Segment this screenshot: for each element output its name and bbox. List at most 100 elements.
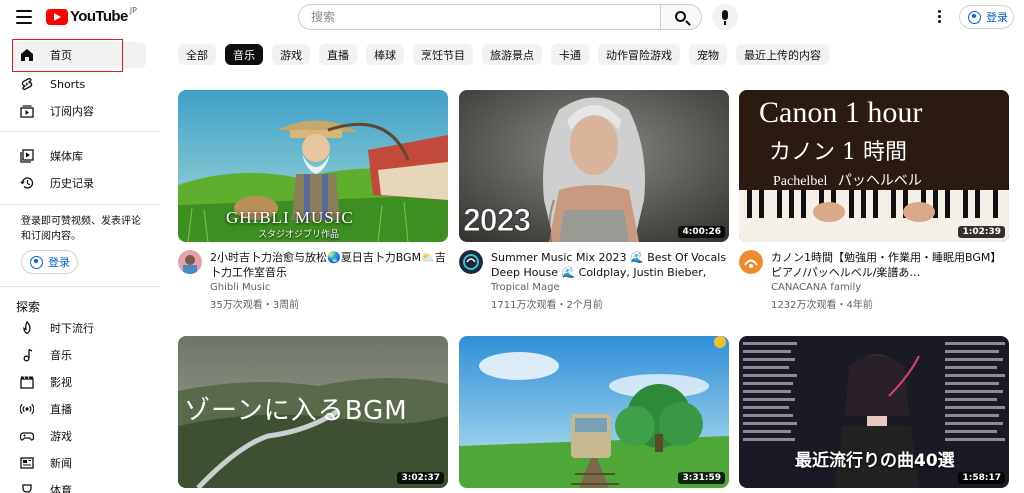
sidebar-item-label: 新闻: [50, 457, 72, 470]
video-thumbnail[interactable]: ゾーンに入るBGM 3:02:37: [178, 336, 448, 488]
video-card: 2023 4:00:26 Summer Music Mix 2023 🌊 Bes…: [459, 90, 729, 311]
video-stats: 1232万次观看・4年前: [771, 300, 873, 311]
sidebar-item-music[interactable]: 音乐: [12, 342, 146, 368]
signin-button[interactable]: 登录: [959, 5, 1014, 29]
sidebar-item-label: 历史记录: [50, 177, 94, 190]
channel-avatar[interactable]: [739, 250, 763, 274]
search-button[interactable]: [660, 4, 702, 30]
sports-icon: [20, 483, 34, 493]
sidebar-item-label: 订阅内容: [50, 105, 94, 118]
chip-gaming[interactable]: 游戏: [272, 44, 310, 65]
video-card: ゾーンに入るBGM 3:02:37: [178, 336, 448, 488]
youtube-play-icon: [46, 8, 68, 25]
category-chips: 全部 音乐 游戏 直播 棒球 烹饪节目 旅游景点 卡通 动作冒险游戏 宠物 最近…: [178, 44, 838, 65]
thumbnail-image: [459, 336, 729, 488]
sidebar-divider: [0, 204, 160, 205]
sidebar-item-trending[interactable]: 时下流行: [12, 315, 146, 341]
chip-travel[interactable]: 旅游景点: [482, 44, 542, 65]
sidebar-item-label: 时下流行: [50, 322, 94, 335]
channel-name[interactable]: Ghibli Music: [210, 282, 270, 293]
sidebar-item-sports[interactable]: 体育: [12, 477, 146, 493]
account-icon: [968, 10, 981, 24]
sidebar-divider: [0, 286, 160, 287]
video-card: GHIBLI MUSIC スタジオジブリ作品 2小时吉卜力治愈与放松🌏夏日吉卜力…: [178, 90, 448, 311]
video-title[interactable]: 2小时吉卜力治愈与放松🌏夏日吉卜力BGM⛅吉卜力工作室音乐: [210, 250, 446, 280]
sidebar-item-label: 影视: [50, 376, 72, 389]
chip-live[interactable]: 直播: [319, 44, 357, 65]
sidebar-item-history[interactable]: 历史记录: [12, 170, 146, 196]
thumbnail-subcaption: カノン 1 時間: [769, 140, 907, 165]
thumbnail-caption: GHIBLI MUSIC: [226, 208, 354, 227]
sidebar-item-shorts[interactable]: Shorts: [12, 71, 146, 97]
channel-avatar[interactable]: [459, 250, 483, 274]
sidebar-item-library[interactable]: 媒体库: [12, 143, 146, 169]
chip-all[interactable]: 全部: [178, 44, 216, 65]
explore-section-title: 探索: [16, 300, 41, 314]
video-thumbnail[interactable]: 最近流行りの曲40選 1:58:17: [739, 336, 1009, 488]
sidebar-item-label: 直播: [50, 403, 72, 416]
video-thumbnail[interactable]: Canon 1 hour カノン 1 時間 Pachelbel パッヘルベル 1…: [739, 90, 1009, 242]
voice-search-button[interactable]: [712, 4, 738, 30]
chip-action-adventure[interactable]: 动作冒险游戏: [598, 44, 680, 65]
signin-prompt-text: 登录即可赞视频、发表评论和订阅内容。: [21, 216, 141, 242]
video-title[interactable]: カノン1時間【勉強用・作業用・睡眠用BGM】ピアノ/パッヘルベル/楽譜あ…: [771, 250, 1007, 280]
video-duration: 4:00:26: [678, 226, 725, 238]
chip-cooking[interactable]: 烹饪节目: [413, 44, 473, 65]
video-thumbnail[interactable]: 2023 4:00:26: [459, 90, 729, 242]
video-thumbnail[interactable]: GHIBLI MUSIC スタジオジブリ作品: [178, 90, 448, 242]
video-card: 最近流行りの曲40選 1:58:17: [739, 336, 1009, 488]
video-meta: Summer Music Mix 2023 🌊 Best Of Vocals D…: [459, 242, 729, 311]
history-icon: [20, 176, 34, 190]
sidebar-item-label: Shorts: [50, 77, 86, 91]
video-duration: 3:02:37: [397, 472, 444, 484]
channel-avatar[interactable]: [178, 250, 202, 274]
sidebar-item-label: 游戏: [50, 430, 72, 443]
chip-music[interactable]: 音乐: [225, 44, 263, 65]
video-card: Canon 1 hour カノン 1 時間 Pachelbel パッヘルベル 1…: [739, 90, 1009, 311]
logo-text: YouTube: [70, 8, 128, 25]
signin-label: 登录: [986, 11, 1008, 24]
video-meta: カノン1時間【勉強用・作業用・睡眠用BGM】ピアノ/パッヘルベル/楽譜あ… CA…: [739, 242, 1009, 311]
sidebar-item-label: 体育: [50, 484, 72, 493]
video-card: 3:31:59: [459, 336, 729, 488]
signin-label: 登录: [48, 256, 70, 269]
sidebar-item-news[interactable]: 新闻: [12, 450, 146, 476]
video-duration: 3:31:59: [678, 472, 725, 484]
chip-pets[interactable]: 宠物: [689, 44, 727, 65]
search-input[interactable]: [299, 5, 660, 29]
thumbnail-subcaption: スタジオジブリ作品: [258, 230, 340, 240]
home-highlight-box: [12, 39, 123, 72]
youtube-logo[interactable]: YouTube JP: [46, 6, 137, 25]
live-icon: [20, 402, 34, 416]
menu-icon[interactable]: [16, 10, 32, 24]
account-icon: [30, 255, 43, 269]
top-bar: YouTube JP 登录: [0, 0, 1024, 34]
search-box: [298, 4, 660, 30]
sidebar-item-movies[interactable]: 影视: [12, 369, 146, 395]
chip-recently-uploaded[interactable]: 最近上传的内容: [736, 44, 829, 65]
channel-name[interactable]: Tropical Mage: [491, 282, 560, 293]
chip-baseball[interactable]: 棒球: [366, 44, 404, 65]
video-thumbnail[interactable]: 3:31:59: [459, 336, 729, 488]
video-title[interactable]: Summer Music Mix 2023 🌊 Best Of Vocals D…: [491, 250, 727, 280]
channel-name[interactable]: CANACANA family: [771, 282, 861, 293]
video-duration: 1:58:17: [958, 472, 1005, 484]
logo-region: JP: [129, 6, 137, 15]
library-icon: [20, 149, 34, 163]
gaming-icon: [20, 429, 34, 443]
microphone-icon: [722, 10, 728, 25]
sidebar-item-subscriptions[interactable]: 订阅内容: [12, 98, 146, 124]
video-duration: 1:02:39: [958, 226, 1005, 238]
sidebar-signin-button[interactable]: 登录: [21, 250, 78, 274]
sidebar-item-label: 音乐: [50, 349, 72, 362]
more-options-icon[interactable]: [934, 10, 944, 26]
sidebar-divider: [0, 131, 160, 132]
news-icon: [20, 456, 34, 470]
subscriptions-icon: [20, 104, 34, 118]
movies-icon: [20, 375, 34, 389]
chip-cartoons[interactable]: 卡通: [551, 44, 589, 65]
sidebar-item-gaming[interactable]: 游戏: [12, 423, 146, 449]
sidebar-item-live[interactable]: 直播: [12, 396, 146, 422]
music-icon: [20, 348, 34, 362]
search-icon: [675, 11, 686, 22]
